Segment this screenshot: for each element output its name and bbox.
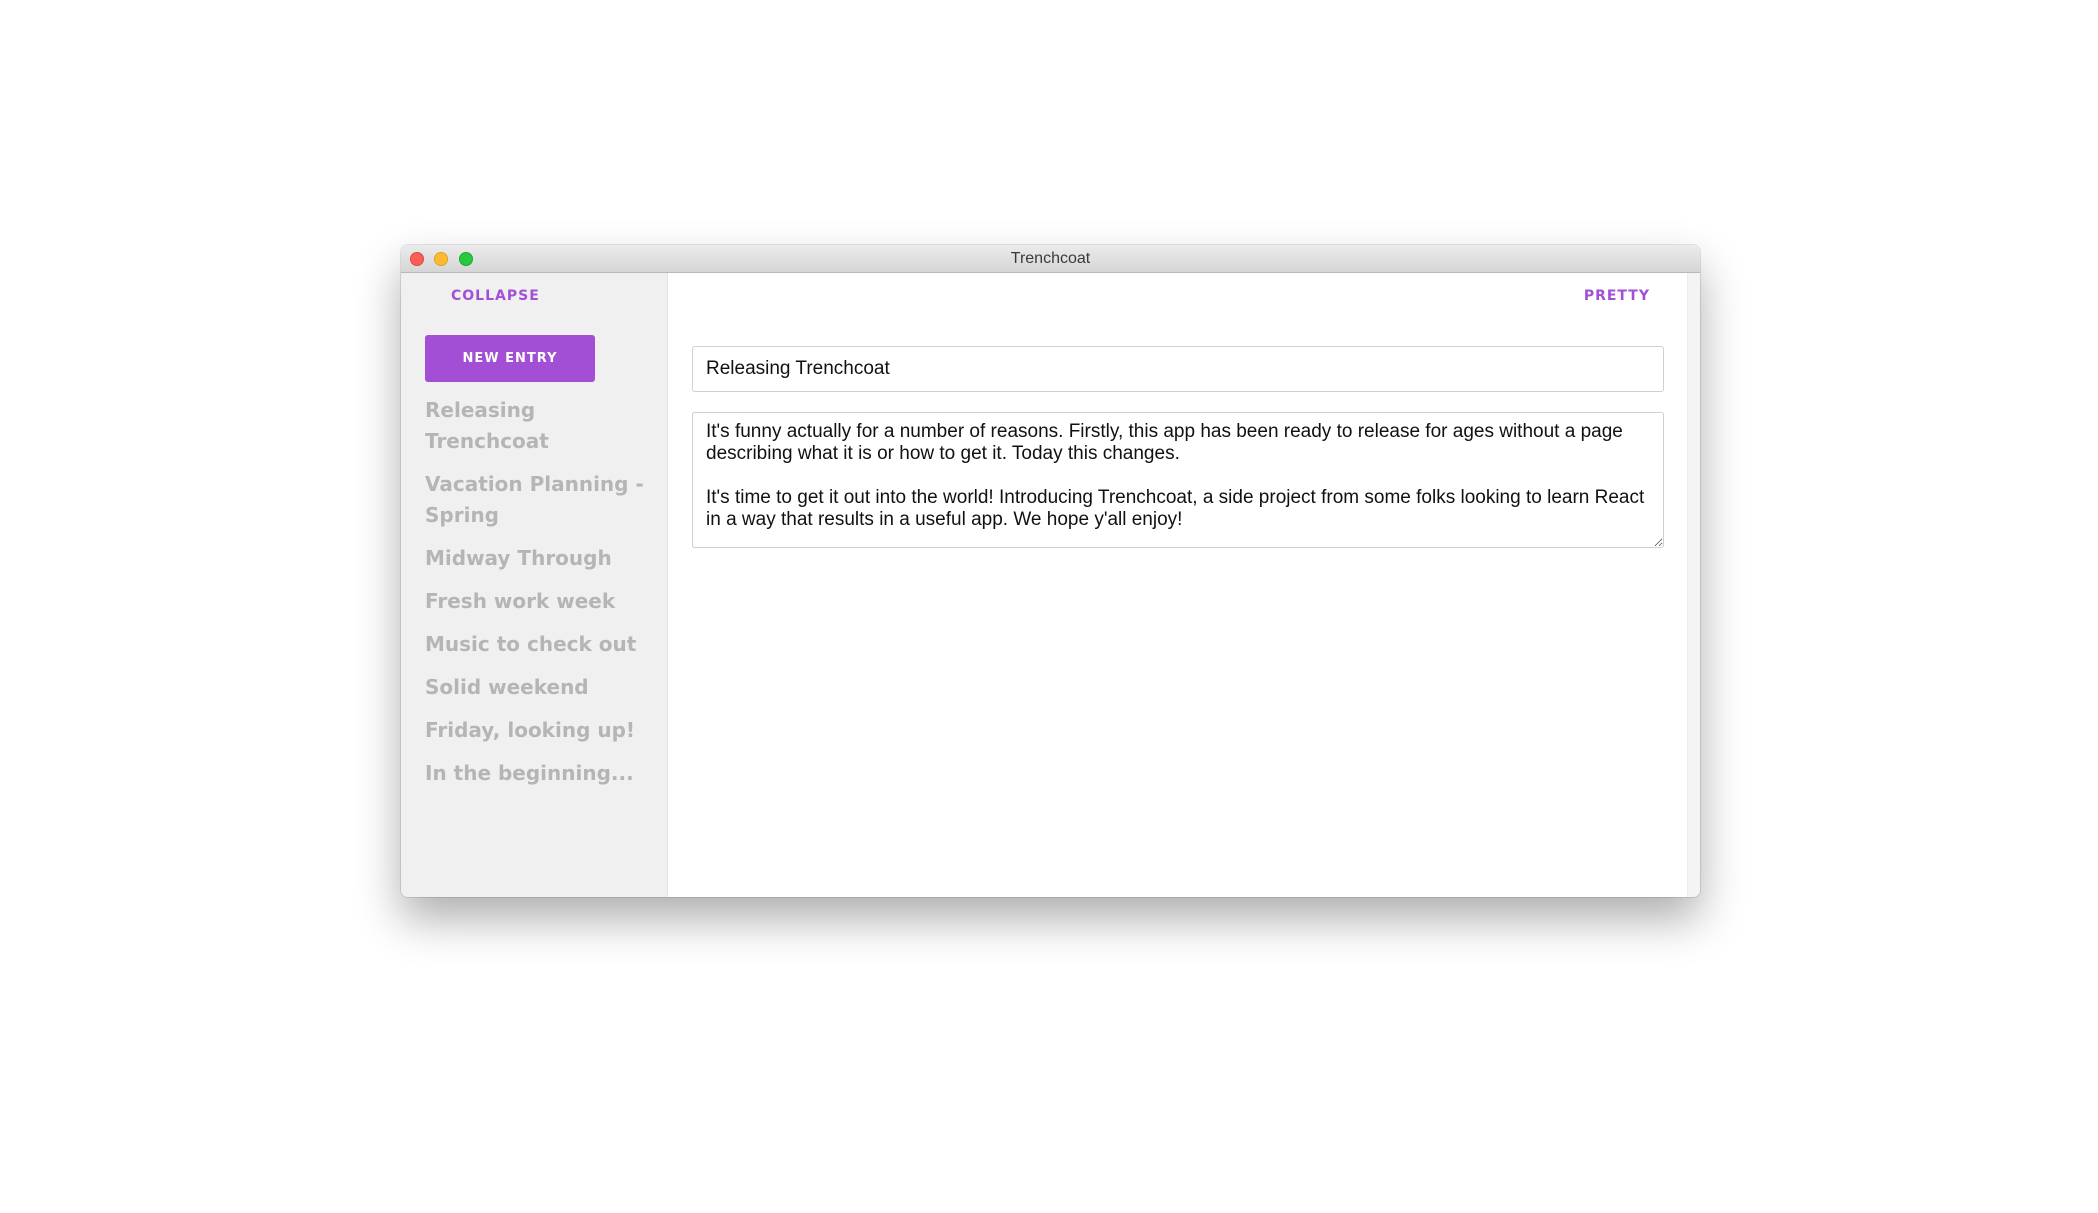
sidebar: COLLAPSE NEW ENTRY Releasing Trenchcoat … [401,273,668,897]
editor-pane: PRETTY It's funny actually for a number … [668,273,1688,897]
collapse-button[interactable]: COLLAPSE [451,288,540,304]
entry-item-fresh-work-week[interactable]: Fresh work week [425,586,657,617]
entry-item-music-to-check-out[interactable]: Music to check out [425,629,657,660]
new-entry-button[interactable]: NEW ENTRY [425,335,595,382]
window-title: Trenchcoat [1010,250,1091,267]
entry-item-vacation-planning[interactable]: Vacation Planning - Spring [425,469,657,531]
entry-item-releasing-trenchcoat[interactable]: Releasing Trenchcoat [425,395,657,457]
title-bar[interactable]: Trenchcoat [401,245,1700,273]
entry-item-midway-through[interactable]: Midway Through [425,543,657,574]
scrollbar-gutter[interactable] [1687,273,1700,897]
entry-item-in-the-beginning[interactable]: In the beginning... [425,758,657,789]
entry-list: Releasing Trenchcoat Vacation Planning -… [425,395,657,801]
entry-title-input[interactable] [692,346,1664,392]
app-window: Trenchcoat COLLAPSE NEW ENTRY Releasing … [401,245,1700,897]
pretty-button[interactable]: PRETTY [1584,288,1650,304]
entry-body-textarea[interactable]: It's funny actually for a number of reas… [692,412,1664,548]
entry-item-solid-weekend[interactable]: Solid weekend [425,672,657,703]
entry-item-friday-looking-up[interactable]: Friday, looking up! [425,715,657,746]
